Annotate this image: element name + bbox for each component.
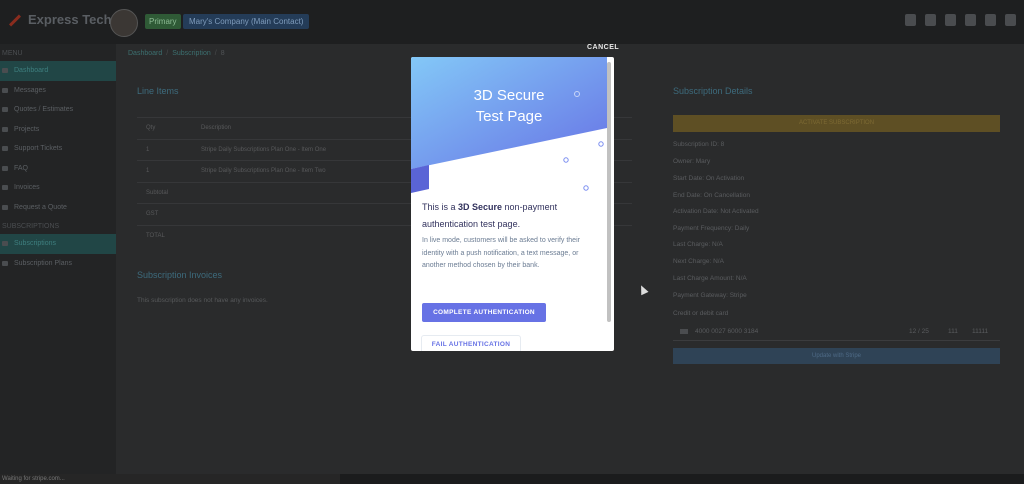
- sign-out-icon[interactable]: [1005, 14, 1016, 26]
- detail-payment-frequency: Payment Frequency: Daily: [673, 225, 750, 232]
- breadcrumb-subscription[interactable]: Subscription: [172, 50, 211, 57]
- envelope-icon: [2, 87, 8, 93]
- top-navbar: Express Tech Primary Mary's Company (Mai…: [0, 0, 1024, 44]
- sidebar-item-projects[interactable]: Projects: [0, 120, 116, 140]
- subtotal-label: Subtotal: [146, 189, 169, 196]
- description-header: Description: [201, 125, 232, 131]
- sidebar-item-label: Support Tickets: [14, 145, 63, 152]
- breadcrumb: Dashboard / Subscription/8: [128, 50, 225, 57]
- sidebar-item-label: Quotes / Estimates: [14, 106, 74, 113]
- detail-subscription-id: Subscription ID: 8: [673, 141, 725, 148]
- calendar-icon: [2, 260, 8, 266]
- invoices-title: Subscription Invoices: [137, 270, 223, 280]
- modal-scrollbar[interactable]: [607, 62, 611, 322]
- line-items-title: Line Items: [137, 86, 179, 96]
- card-zip-value: 11111: [972, 328, 989, 335]
- sidebar-item-label: Dashboard: [14, 67, 49, 74]
- sliders-icon[interactable]: [945, 14, 956, 26]
- sidebar-menu-heading: MENU: [2, 50, 23, 57]
- sidebar: MENU Dashboard Messages Quotes / Estimat…: [0, 44, 116, 484]
- brand-logo[interactable]: Express Tech: [8, 12, 112, 27]
- detail-last-charge-amount: Last Charge Amount: N/A: [673, 275, 747, 282]
- folder-icon: [2, 126, 8, 132]
- gst-label: GST: [146, 211, 159, 217]
- fail-authentication-button[interactable]: FAIL AUTHENTICATION: [422, 336, 520, 351]
- sidebar-item-messages[interactable]: Messages: [0, 81, 116, 101]
- card-cvc-value: 111: [948, 328, 958, 335]
- company-badge[interactable]: Mary's Company (Main Contact): [183, 14, 310, 29]
- total-label: TOTAL: [146, 232, 165, 239]
- refresh-icon: [2, 241, 8, 246]
- sidebar-item-label: Request a Quote: [14, 203, 67, 211]
- detail-next-charge: Next Charge: N/A: [673, 258, 724, 265]
- plus-icon: [2, 204, 8, 210]
- modal-description: In live mode, customers will be asked to…: [422, 237, 580, 269]
- card-expiry-value: 12 / 25: [909, 328, 929, 335]
- sidebar-item-dashboard[interactable]: Dashboard: [0, 61, 116, 81]
- bell-icon[interactable]: [905, 14, 916, 26]
- sidebar-item-request-quote[interactable]: Request a Quote: [0, 198, 116, 218]
- detail-last-charge: Last Charge: N/A: [673, 241, 723, 248]
- sidebar-item-quotes[interactable]: Quotes / Estimates: [0, 100, 116, 120]
- detail-owner: Owner: Mary: [673, 158, 711, 165]
- modal-header-graphic: [411, 57, 607, 193]
- document-icon[interactable]: [965, 14, 976, 26]
- sidebar-item-label: Invoices: [14, 184, 40, 191]
- update-with-stripe-button[interactable]: Update with Stripe: [673, 348, 1000, 364]
- browser-status-bar: Waiting for stripe.com...: [0, 474, 340, 484]
- modal-lead-text: This is a 3D Secure non-payment authenti…: [422, 199, 602, 233]
- sidebar-subscriptions-heading: SUBSCRIPTIONS: [2, 223, 60, 230]
- row-description: Stripe Daily Subscriptions Plan One - It…: [201, 146, 327, 153]
- details-title: Subscription Details: [673, 86, 753, 96]
- complete-authentication-button[interactable]: COMPLETE AUTHENTICATION: [422, 303, 546, 322]
- no-invoices-message: This subscription does not have any invo…: [137, 297, 268, 304]
- detail-end-date: End Date: On Cancellation: [673, 192, 750, 199]
- qty-header: Qty: [146, 125, 156, 131]
- brand-mark-icon: [8, 14, 22, 27]
- sidebar-item-faq[interactable]: FAQ: [0, 159, 116, 179]
- row-description: Stripe Daily Subscriptions Plan One - It…: [201, 168, 326, 174]
- breadcrumb-current: 8: [220, 50, 225, 57]
- sidebar-item-support-tickets[interactable]: Support Tickets: [0, 139, 116, 159]
- sidebar-item-label: Projects: [14, 125, 40, 133]
- card-number-value: 4000 0027 6000 3184: [695, 328, 759, 335]
- sidebar-item-label: Subscription Plans: [14, 259, 72, 267]
- detail-start-date: Start Date: On Activation: [673, 175, 745, 182]
- sidebar-item-subscriptions[interactable]: Subscriptions: [0, 234, 116, 254]
- 3ds-modal: 3D Secure Test Page This is a 3D Secure …: [411, 57, 614, 351]
- card-brand-icon: [680, 329, 688, 334]
- modal-title-line-1: 3D Secure: [473, 87, 545, 104]
- row-qty: 1: [146, 168, 150, 174]
- top-icon-group: [905, 14, 1016, 26]
- envelope-icon[interactable]: [925, 14, 936, 26]
- lead-text-part: This is a: [422, 202, 459, 212]
- modal-body: This is a 3D Secure non-payment authenti…: [422, 199, 602, 273]
- cancel-button[interactable]: CANCEL: [587, 44, 619, 51]
- sidebar-item-label: FAQ: [14, 164, 29, 172]
- card-field-label: Credit or debit card: [673, 310, 729, 317]
- ticket-icon: [2, 146, 8, 151]
- sidebar-item-label: Subscriptions: [14, 240, 57, 247]
- detail-activation-date: Activation Date: Not Activated: [673, 208, 759, 215]
- detail-payment-gateway: Payment Gateway: Stripe: [673, 292, 747, 299]
- lead-text-bold: 3D Secure: [458, 202, 503, 212]
- row-qty: 1: [146, 146, 150, 153]
- activate-subscription-button[interactable]: ACTIVATE SUBSCRIPTION: [673, 115, 1000, 132]
- modal-title: 3D Secure Test Page: [411, 85, 607, 127]
- brand-name: Express Tech: [28, 12, 112, 27]
- sidebar-item-label: Messages: [14, 86, 46, 94]
- invoice-icon: [2, 185, 8, 190]
- modal-title-line-2: Test Page: [475, 108, 543, 125]
- question-icon: [2, 165, 8, 171]
- users-icon[interactable]: [985, 14, 996, 26]
- breadcrumb-dashboard[interactable]: Dashboard: [128, 50, 162, 57]
- user-avatar[interactable]: [110, 9, 138, 37]
- sidebar-item-invoices[interactable]: Invoices: [0, 178, 116, 198]
- dashboard-icon: [2, 68, 8, 73]
- primary-badge: Primary: [145, 14, 181, 29]
- card-input[interactable]: 4000 0027 6000 3184 12 / 25 111 11111: [673, 324, 1000, 341]
- sidebar-item-subscription-plans[interactable]: Subscription Plans: [0, 254, 116, 274]
- quote-icon: [2, 107, 8, 112]
